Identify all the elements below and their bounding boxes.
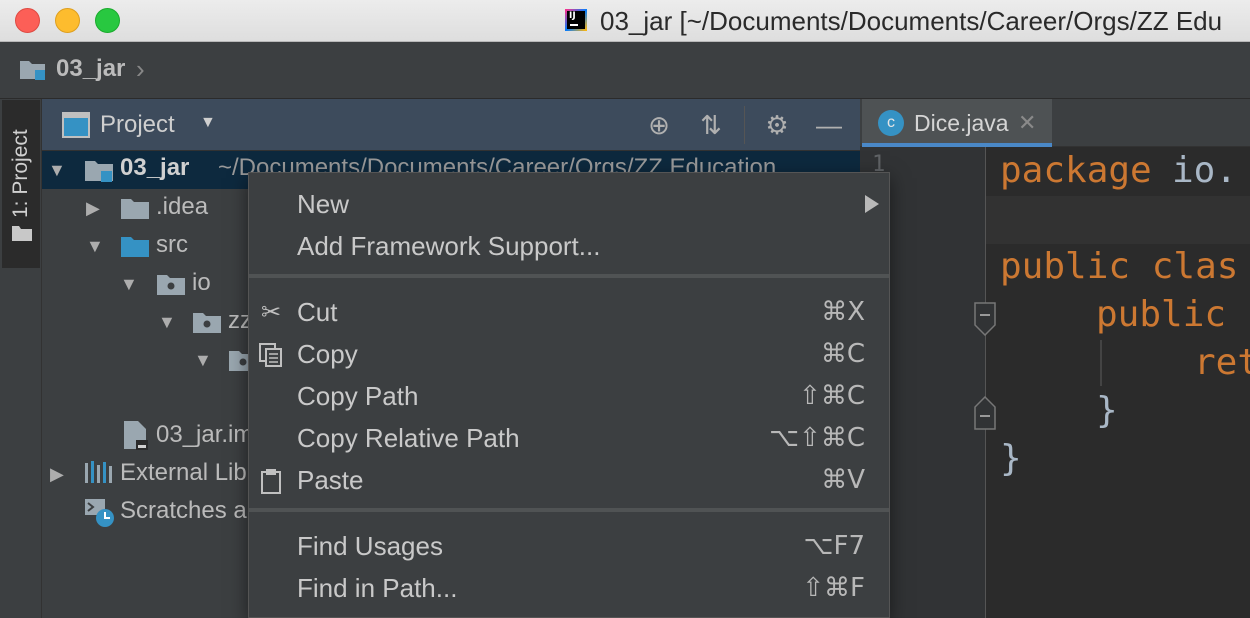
intellij-app-icon: IJ bbox=[565, 9, 587, 31]
menu-shortcut: ⇧⌘C bbox=[799, 381, 865, 411]
code-text: io. bbox=[1172, 150, 1238, 191]
fold-marker-icon[interactable] bbox=[974, 396, 996, 430]
project-view-title[interactable]: Project bbox=[100, 111, 175, 139]
close-icon[interactable]: ✕ bbox=[1018, 110, 1036, 136]
scissors-icon: ✂ bbox=[260, 299, 282, 326]
zoom-window-button[interactable] bbox=[95, 8, 120, 33]
menu-item-label: Paste bbox=[297, 465, 364, 495]
minimize-window-button[interactable] bbox=[55, 8, 80, 33]
tree-item-iml[interactable]: 03_jar.iml bbox=[156, 421, 259, 457]
class-icon: c bbox=[878, 110, 904, 136]
menu-item-label: Copy Path bbox=[297, 381, 419, 411]
gear-icon[interactable]: ⚙ bbox=[760, 108, 794, 142]
libraries-icon bbox=[85, 461, 112, 483]
scratches-icon bbox=[85, 499, 114, 527]
collapsed-arrow-icon[interactable]: ▶ bbox=[50, 464, 64, 485]
chevron-down-icon[interactable]: ▼ bbox=[200, 114, 216, 132]
source-folder-icon bbox=[121, 237, 149, 257]
package-folder-icon bbox=[193, 313, 221, 333]
menu-item-add-framework[interactable]: Add Framework Support... bbox=[249, 225, 889, 265]
toolbar-divider bbox=[744, 106, 745, 144]
menu-item-paste[interactable]: Paste ⌘V bbox=[249, 459, 889, 499]
menu-shortcut: ⌘V bbox=[821, 465, 865, 495]
menu-shortcut: ⌘C bbox=[820, 339, 865, 369]
code-brace: } bbox=[1096, 390, 1118, 431]
menu-separator bbox=[249, 274, 889, 278]
menu-item-label: Copy Relative Path bbox=[297, 423, 520, 453]
code-brace: } bbox=[1000, 438, 1022, 479]
navigation-bar bbox=[0, 42, 1250, 99]
breadcrumb-project[interactable]: 03_jar bbox=[56, 55, 125, 83]
package-folder-icon bbox=[157, 275, 185, 295]
code-keyword: package bbox=[1000, 150, 1152, 191]
menu-item-copy-relative-path[interactable]: Copy Relative Path ⌥⇧⌘C bbox=[249, 417, 889, 457]
close-window-button[interactable] bbox=[15, 8, 40, 33]
hide-panel-icon[interactable]: — bbox=[812, 108, 846, 142]
code-keyword: public clas bbox=[1000, 246, 1239, 287]
module-folder-icon bbox=[85, 161, 113, 182]
folder-icon bbox=[12, 226, 32, 241]
module-file-icon bbox=[124, 421, 148, 450]
menu-item-copy[interactable]: Copy ⌘C bbox=[249, 333, 889, 373]
submenu-arrow-icon bbox=[865, 195, 879, 213]
collapse-all-icon[interactable]: ⇅ bbox=[694, 108, 728, 142]
menu-item-cut[interactable]: ✂ Cut ⌘X bbox=[249, 291, 889, 331]
expand-arrow-icon[interactable]: ▼ bbox=[48, 160, 66, 181]
menu-item-label: New bbox=[297, 189, 350, 219]
expand-arrow-icon[interactable]: ▼ bbox=[194, 350, 212, 371]
menu-shortcut: ⇧⌘F bbox=[802, 573, 865, 603]
clipboard-icon bbox=[261, 469, 281, 494]
menu-shortcut: ⌥F7 bbox=[803, 531, 865, 561]
menu-item-copy-path[interactable]: Copy Path ⇧⌘C bbox=[249, 375, 889, 415]
menu-item-label: Find in Path... bbox=[297, 573, 458, 603]
locate-file-icon[interactable]: ⊕ bbox=[642, 108, 676, 142]
tree-item-idea[interactable]: .idea bbox=[156, 193, 208, 229]
menu-item-label: Copy bbox=[297, 339, 358, 369]
menu-item-find-usages[interactable]: Find Usages ⌥F7 bbox=[249, 525, 889, 565]
expand-arrow-icon[interactable]: ▼ bbox=[86, 236, 104, 257]
indent-guide bbox=[1100, 340, 1102, 386]
menu-separator bbox=[249, 508, 889, 512]
breadcrumb-chevron-icon: › bbox=[136, 54, 145, 84]
caret-line-highlight bbox=[986, 196, 1250, 244]
collapsed-arrow-icon[interactable]: ▶ bbox=[86, 198, 100, 219]
folder-icon bbox=[121, 199, 149, 219]
menu-item-label: Find Usages bbox=[297, 531, 443, 561]
expand-arrow-icon[interactable]: ▼ bbox=[120, 274, 138, 295]
code-keyword: public bbox=[1096, 294, 1227, 335]
context-menu: New Add Framework Support... ✂ Cut ⌘X Co… bbox=[248, 172, 890, 618]
menu-item-label: Cut bbox=[297, 297, 338, 327]
project-tool-tab-label[interactable]: 1: Project bbox=[9, 129, 33, 218]
tree-root-name[interactable]: 03_jar bbox=[120, 154, 189, 190]
menu-item-new[interactable]: New bbox=[249, 183, 889, 223]
project-view-icon bbox=[62, 112, 90, 138]
menu-item-find-in-path[interactable]: Find in Path... ⇧⌘F bbox=[249, 567, 889, 607]
module-folder-icon bbox=[20, 61, 45, 80]
tree-item-src[interactable]: src bbox=[156, 231, 188, 267]
tab-dice-java-label[interactable]: Dice.java bbox=[914, 110, 1009, 137]
tree-item-io[interactable]: io bbox=[192, 269, 211, 305]
menu-item-label: Add Framework Support... bbox=[297, 231, 601, 261]
code-keyword: ret bbox=[1194, 342, 1250, 383]
copy-icon bbox=[259, 343, 282, 367]
menu-shortcut: ⌥⇧⌘C bbox=[769, 423, 865, 453]
expand-arrow-icon[interactable]: ▼ bbox=[158, 312, 176, 333]
window-title: 03_jar [~/Documents/Documents/Career/Org… bbox=[600, 6, 1223, 36]
menu-shortcut: ⌘X bbox=[821, 297, 865, 327]
fold-marker-icon[interactable] bbox=[974, 302, 996, 336]
